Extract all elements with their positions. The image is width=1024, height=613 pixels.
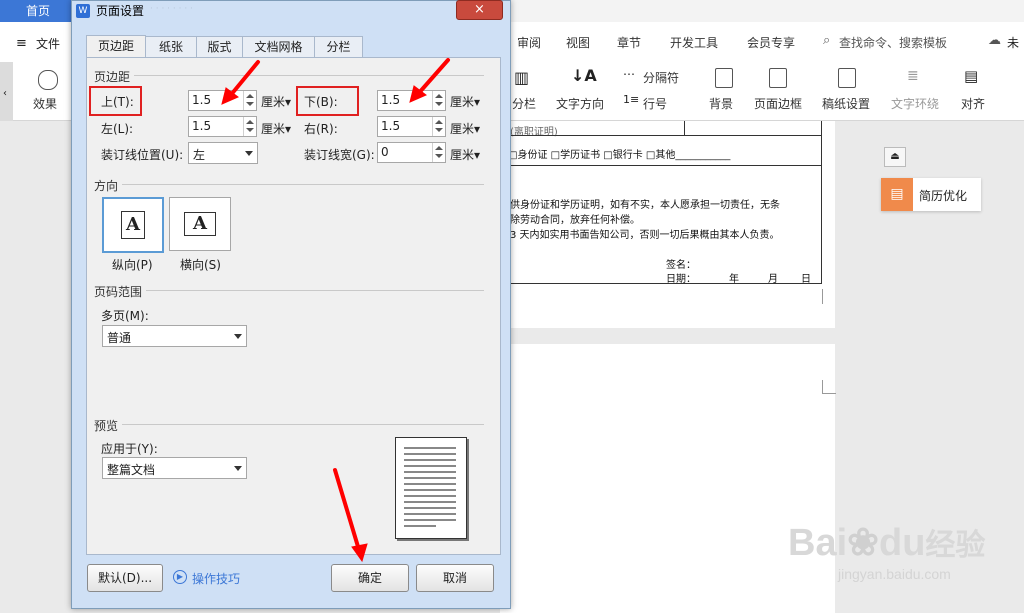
annotation-arrow-ok [333, 468, 361, 552]
annotation-arrow-top [228, 60, 260, 98]
annotation-arrows [221, 58, 450, 563]
annotation-arrowhead-ok [351, 543, 368, 563]
annotation-arrow-bottom [416, 58, 450, 96]
